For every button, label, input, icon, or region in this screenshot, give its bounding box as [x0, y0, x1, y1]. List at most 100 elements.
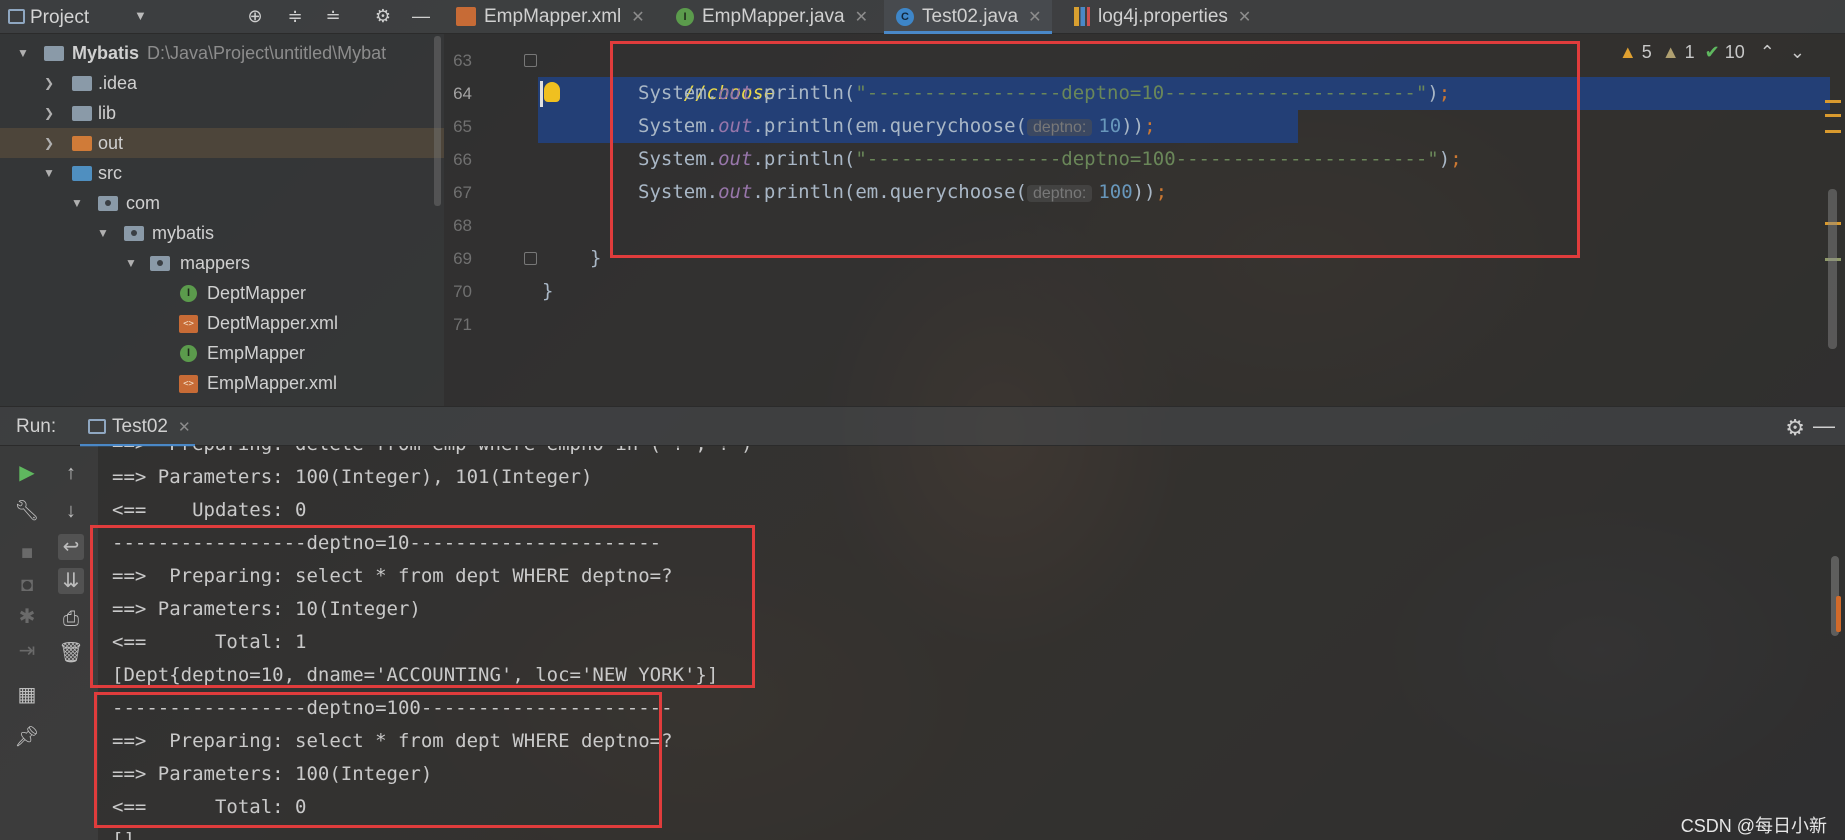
fold-marker-icon[interactable] [524, 54, 537, 67]
weak-warning-count: 1 [1684, 42, 1695, 62]
xml-file-icon: <> [179, 375, 198, 393]
close-icon[interactable]: ✕ [1028, 9, 1041, 26]
close-icon[interactable]: ✕ [855, 9, 868, 26]
run-tab-test02[interactable]: Test02 ✕ [80, 407, 195, 447]
line-number: 66 [453, 150, 472, 169]
hide-icon[interactable]: — [1813, 413, 1835, 439]
tree-item-src[interactable]: ▼ src [0, 158, 444, 188]
expand-all-icon[interactable]: ≑ [284, 5, 306, 27]
editor-scrollbar[interactable] [1828, 189, 1837, 349]
chevron-down-icon[interactable]: ▼ [124, 248, 138, 278]
tree-item-empmapper-xml[interactable]: <> EmpMapper.xml [0, 368, 444, 398]
console-line: ==> Preparing: delete from emp where emp… [112, 446, 753, 461]
tree-item-empmapper[interactable]: I EmpMapper [0, 338, 444, 368]
gear-icon[interactable]: ⚙ [372, 5, 394, 27]
close-icon[interactable]: ✕ [631, 9, 644, 26]
tree-item-out[interactable]: ❯ out [0, 128, 444, 158]
stop-icon[interactable]: ■ [14, 540, 40, 566]
error-stripe-mark[interactable] [1825, 114, 1841, 117]
package-icon [150, 256, 170, 271]
tree-item-mappers[interactable]: ▼ mappers [0, 248, 444, 278]
line-number: 64 [453, 84, 472, 103]
soft-wrap-icon[interactable]: ↩ [58, 534, 84, 560]
chevron-up-icon[interactable]: ⌃ [1760, 42, 1775, 62]
chevron-down-icon[interactable]: ▼ [16, 38, 30, 68]
tree-item-label: com [126, 193, 161, 213]
console-line: [] [112, 829, 135, 840]
locate-icon[interactable]: ⊕ [244, 5, 266, 27]
xml-file-icon [456, 7, 476, 27]
tab-log4j-properties[interactable]: log4j.properties ✕ [1074, 0, 1251, 34]
console-line: <== Total: 1 [112, 631, 307, 653]
code-line-64[interactable]: System.out.println("-----------------dep… [638, 77, 1450, 110]
layout-icon[interactable]: ▦ [14, 682, 40, 708]
tree-item-project-root[interactable]: ▼ Mybatis D:\Java\Project\untitled\Mybat [0, 38, 444, 68]
chevron-right-icon[interactable]: ❯ [42, 68, 56, 98]
wrench-icon[interactable]: 🔧︎ [14, 498, 40, 524]
gear-icon[interactable]: ⚙ [1785, 415, 1805, 441]
console-output[interactable]: ==> Preparing: delete from emp where emp… [98, 446, 1845, 840]
lightbulb-icon[interactable] [544, 82, 560, 102]
tree-item-label: mappers [180, 253, 251, 273]
tab-empmapper-xml[interactable]: EmpMapper.xml ✕ [456, 0, 645, 34]
hide-icon[interactable]: — [410, 5, 432, 27]
tree-item-lib[interactable]: ❯ lib [0, 98, 444, 128]
fold-marker-icon[interactable] [524, 252, 537, 265]
exit-icon[interactable]: ⇥ [14, 638, 40, 664]
down-arrow-icon[interactable]: ↓ [58, 498, 84, 524]
tree-item-label: EmpMapper [207, 343, 306, 363]
parameter-hint: deptno: [1026, 119, 1093, 136]
close-icon[interactable]: ✕ [1238, 9, 1251, 26]
trash-icon[interactable]: 🗑︎ [58, 640, 84, 666]
code-editor[interactable]: 63 64 65 66 67 68 69 70 71 //choose Syst… [444, 34, 1845, 406]
chevron-right-icon[interactable]: ❯ [42, 128, 56, 158]
tab-label: EmpMapper.java [702, 6, 845, 27]
code-line-65[interactable]: System.out.println(em.querychoose(deptno… [638, 110, 1156, 143]
ok-count: 10 [1724, 42, 1745, 62]
run-tab-label: Test02 [112, 416, 168, 437]
tree-item-deptmapper-xml[interactable]: <> DeptMapper.xml [0, 308, 444, 338]
chevron-down-icon[interactable]: ⌄ [1790, 42, 1805, 62]
weak-warning-icon: ▲ [1661, 42, 1680, 62]
tab-test02-java[interactable]: C Test02.java ✕ [884, 0, 1052, 34]
parameter-hint: deptno: [1026, 185, 1093, 202]
chevron-down-icon[interactable]: ▼ [96, 218, 110, 248]
tree-item-deptmapper[interactable]: I DeptMapper [0, 278, 444, 308]
camera-icon[interactable]: ◘ [14, 572, 40, 598]
code-line-66[interactable]: System.out.println("-----------------dep… [638, 143, 1462, 176]
line-number: 69 [453, 249, 472, 268]
up-arrow-icon[interactable]: ↑ [58, 460, 84, 486]
rerun-icon[interactable]: ▶ [14, 460, 40, 486]
error-stripe-mark[interactable] [1825, 100, 1841, 103]
code-token: System. [638, 115, 719, 137]
error-stripe-mark[interactable] [1825, 130, 1841, 133]
editor-tab-bar: EmpMapper.xml ✕ I EmpMapper.java ✕ C Test02.… [444, 0, 1845, 34]
code-line-69[interactable]: } [590, 242, 601, 275]
chevron-down-icon[interactable]: ▼ [70, 188, 84, 218]
project-panel-title[interactable]: Project [30, 7, 89, 29]
tree-item-idea[interactable]: ❯ .idea [0, 68, 444, 98]
print-icon[interactable]: ⎙ [58, 606, 84, 632]
code-line-63[interactable]: //choose [638, 44, 776, 104]
interface-icon: I [180, 345, 197, 362]
folder-icon [72, 106, 92, 121]
code-line-70[interactable]: } [542, 275, 553, 308]
tab-empmapper-java[interactable]: I EmpMapper.java ✕ [676, 0, 868, 34]
collapse-all-icon[interactable]: ≐ [322, 5, 344, 27]
chevron-down-icon[interactable]: ▼ [134, 8, 147, 23]
scroll-to-end-icon[interactable]: ⇊ [58, 568, 84, 594]
chevron-down-icon[interactable]: ▼ [42, 158, 56, 188]
project-tree-scrollbar[interactable] [434, 36, 441, 206]
editor-gutter[interactable]: 63 64 65 66 67 68 69 70 71 [444, 34, 537, 406]
tree-item-com[interactable]: ▼ com [0, 188, 444, 218]
chevron-right-icon[interactable]: ❯ [42, 98, 56, 128]
line-number: 65 [453, 117, 472, 136]
debug-icon[interactable]: ✱ [14, 604, 40, 630]
code-token: .println(em.querychoose( [752, 115, 1027, 137]
console-line: -----------------deptno=100-------------… [112, 697, 673, 719]
pin-icon[interactable]: 📌︎ [14, 724, 40, 750]
tree-item-mybatis[interactable]: ▼ mybatis [0, 218, 444, 248]
inspection-widget[interactable]: ▲ 5 ▲ 1 ✔ 10 ⌃ ⌄ [1619, 42, 1805, 63]
code-line-67[interactable]: System.out.println(em.querychoose(deptno… [638, 176, 1167, 209]
close-icon[interactable]: ✕ [178, 419, 191, 436]
